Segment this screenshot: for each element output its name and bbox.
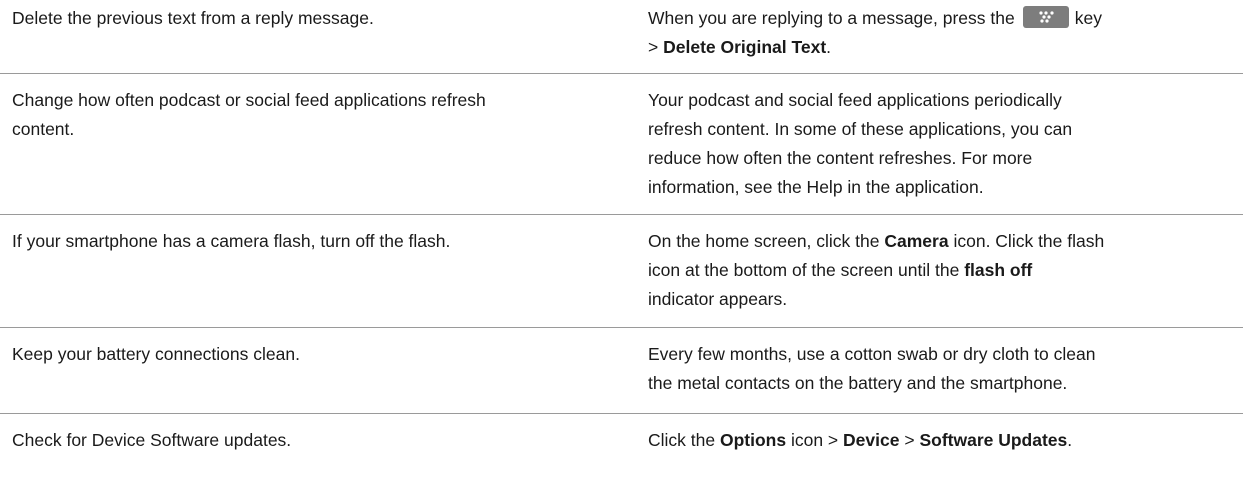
- instruction-cell: On the home screen, click the Camera ico…: [648, 227, 1243, 327]
- instruction-line: When you are replying to a message, pres…: [648, 4, 1243, 33]
- instruction-text: Every few months, use a cotton swab or d…: [648, 344, 1096, 364]
- instruction-text: When you are replying to a message, pres…: [648, 8, 1015, 28]
- instruction-cell: Your podcast and social feed application…: [648, 86, 1243, 214]
- task-text: Delete the previous text from a reply me…: [12, 8, 374, 28]
- instruction-text: reduce how often the content refreshes. …: [648, 148, 1033, 168]
- instruction-text: icon >: [790, 430, 839, 450]
- task-text: Change how often podcast or social feed …: [12, 90, 486, 110]
- instruction-cell: Every few months, use a cotton swab or d…: [648, 340, 1243, 413]
- instruction-line: On the home screen, click the Camera ico…: [648, 227, 1243, 256]
- instruction-text: >: [648, 37, 659, 57]
- instruction-line: icon at the bottom of the screen until t…: [648, 256, 1243, 285]
- task-cell: Delete the previous text from a reply me…: [0, 4, 648, 73]
- instruction-text: refresh content. In some of these applic…: [648, 119, 1073, 139]
- task-text: Keep your battery connections clean.: [12, 344, 300, 364]
- instruction-text: Your podcast and social feed application…: [648, 90, 1062, 110]
- app-name: Camera: [884, 231, 949, 251]
- menu-item-name: Software Updates: [919, 430, 1068, 450]
- tips-table: Delete the previous text from a reply me…: [0, 0, 1243, 482]
- indicator-name: flash off: [964, 260, 1033, 280]
- instruction-line: Click the Options icon > Device > Softwa…: [648, 426, 1243, 455]
- menu-item-name: Delete Original Text: [663, 37, 827, 57]
- task-cell: Keep your battery connections clean.: [0, 340, 648, 413]
- instruction-text: .: [1067, 430, 1073, 450]
- table-row: Delete the previous text from a reply me…: [0, 0, 1243, 74]
- instruction-text: >: [904, 430, 915, 450]
- instruction-cell: When you are replying to a message, pres…: [648, 4, 1243, 73]
- blackberry-menu-key-icon: [1022, 6, 1069, 28]
- table-row: Change how often podcast or social feed …: [0, 74, 1243, 215]
- instruction-cell: Click the Options icon > Device > Softwa…: [648, 426, 1243, 482]
- instruction-text: Click the: [648, 430, 716, 450]
- instruction-text: the metal contacts on the battery and th…: [648, 373, 1068, 393]
- menu-item-name: Device: [843, 430, 900, 450]
- instruction-text: On the home screen, click the: [648, 231, 880, 251]
- task-text: If your smartphone has a camera flash, t…: [12, 231, 451, 251]
- task-cell: Check for Device Software updates.: [0, 426, 648, 482]
- app-name: Options: [719, 430, 787, 450]
- table-row: Keep your battery connections clean. Eve…: [0, 328, 1243, 414]
- instruction-text: key: [1074, 8, 1102, 28]
- task-cell: Change how often podcast or social feed …: [0, 86, 648, 214]
- instruction-text: icon. Click the flash: [953, 231, 1105, 251]
- task-text: content.: [12, 119, 75, 139]
- task-cell: If your smartphone has a camera flash, t…: [0, 227, 648, 327]
- task-text: Check for Device Software updates.: [12, 430, 292, 450]
- instruction-text: .: [826, 37, 832, 57]
- instruction-line: > Delete Original Text.: [648, 33, 1243, 62]
- table-row: If your smartphone has a camera flash, t…: [0, 215, 1243, 328]
- instruction-text: information, see the Help in the applica…: [648, 177, 984, 197]
- instruction-text: indicator appears.: [648, 289, 788, 309]
- table-row: Check for Device Software updates. Click…: [0, 414, 1243, 482]
- instruction-text: icon at the bottom of the screen until t…: [648, 260, 960, 280]
